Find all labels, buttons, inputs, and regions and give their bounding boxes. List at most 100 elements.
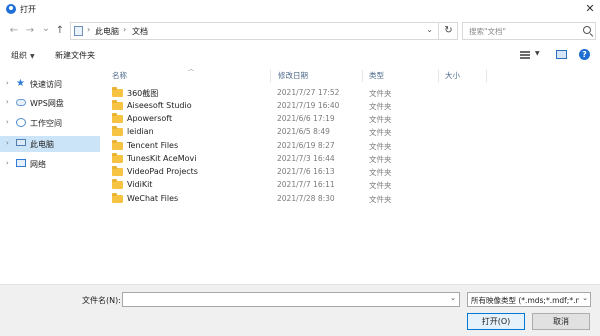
file-name: Tencent Files xyxy=(127,141,179,150)
refresh-button[interactable]: ↻ xyxy=(438,22,458,40)
computer-icon xyxy=(16,139,26,146)
caret-down-icon: ▼ xyxy=(30,53,35,60)
column-divider[interactable] xyxy=(438,70,439,82)
breadcrumb-documents[interactable]: 文档 xyxy=(132,26,148,37)
breadcrumb-separator[interactable]: › xyxy=(87,25,90,34)
view-options-icon[interactable] xyxy=(520,51,530,59)
file-type: 文件夹 xyxy=(369,181,392,190)
sidebar-item-this-pc[interactable]: › 此电脑 xyxy=(0,136,100,152)
column-header-name[interactable]: 名称 xyxy=(112,70,127,84)
preview-pane-icon[interactable] xyxy=(556,50,567,59)
folder-icon xyxy=(112,193,123,203)
column-divider[interactable] xyxy=(486,70,487,82)
filename-label: 文件名(N): xyxy=(82,296,121,305)
file-name: Aiseesoft Studio xyxy=(127,101,192,110)
help-icon[interactable]: ? xyxy=(579,49,590,60)
navigation-pane: › ★ 快速访问 › WPS网盘 › 工作空间 › 此电脑 › 网络 xyxy=(0,66,104,284)
column-divider[interactable] xyxy=(270,70,271,82)
workspace-icon xyxy=(16,118,26,127)
sidebar-item-wps-drive[interactable]: › WPS网盘 xyxy=(0,95,100,111)
file-type: 文件夹 xyxy=(369,89,392,98)
column-divider[interactable] xyxy=(362,70,363,82)
search-input[interactable] xyxy=(463,23,581,39)
sort-ascending-icon: ︿ xyxy=(188,66,195,73)
file-name: VideoPad Projects xyxy=(127,167,198,176)
file-row[interactable]: VidiKit 2021/7/7 16:11 文件夹 xyxy=(110,179,440,192)
chevron-right-icon[interactable]: › xyxy=(6,139,9,147)
folder-icon xyxy=(112,100,123,110)
window-title: 打开 xyxy=(20,5,36,14)
chevron-down-icon[interactable]: ⌄ xyxy=(450,294,456,302)
new-folder-button[interactable]: 新建文件夹 xyxy=(55,50,95,61)
star-icon: ★ xyxy=(16,78,25,89)
close-button[interactable]: ✕ xyxy=(582,1,598,17)
address-bar[interactable]: › 此电脑 › 文档 ⌄ xyxy=(70,22,458,40)
file-date: 2021/6/19 8:27 xyxy=(277,141,335,150)
sidebar-item-label: 工作空间 xyxy=(30,119,62,128)
column-header-date[interactable]: 修改日期 xyxy=(278,70,308,84)
forward-button[interactable]: → xyxy=(24,25,36,37)
back-button[interactable]: ← xyxy=(8,25,20,37)
sidebar-item-label: 此电脑 xyxy=(30,140,54,149)
file-date: 2021/7/28 8:30 xyxy=(277,194,335,203)
file-row[interactable]: TunesKit AceMovi 2021/7/3 16:44 文件夹 xyxy=(110,153,440,166)
search-box[interactable] xyxy=(462,22,596,40)
up-button[interactable]: ↑ xyxy=(54,25,66,37)
column-header-size[interactable]: 大小 xyxy=(445,70,460,84)
cancel-button[interactable]: 取消 xyxy=(532,313,590,330)
sidebar-item-workspace[interactable]: › 工作空间 xyxy=(0,115,100,131)
file-row[interactable]: 360截图 2021/7/27 17:52 文件夹 xyxy=(110,87,440,100)
address-dropdown[interactable]: ⌄ xyxy=(426,25,433,34)
organize-menu[interactable]: 组织 ▼ xyxy=(11,50,35,61)
search-icon[interactable] xyxy=(583,26,591,34)
folder-icon xyxy=(112,126,123,136)
network-icon xyxy=(16,159,26,167)
organize-label: 组织 xyxy=(11,51,27,60)
file-name: leidian xyxy=(127,127,154,136)
file-date: 2021/7/19 16:40 xyxy=(277,101,340,110)
sidebar-item-quick-access[interactable]: › ★ 快速访问 xyxy=(0,76,100,92)
folder-icon xyxy=(112,153,123,163)
file-type: 文件夹 xyxy=(369,115,392,124)
file-row[interactable]: Tencent Files 2021/6/19 8:27 文件夹 xyxy=(110,140,440,153)
sidebar-item-network[interactable]: › 网络 xyxy=(0,156,100,172)
file-date: 2021/7/27 17:52 xyxy=(277,88,340,97)
command-toolbar: 组织 ▼ 新建文件夹 ▼ ? xyxy=(0,44,600,66)
sidebar-item-label: 快速访问 xyxy=(30,80,62,89)
filename-combobox[interactable]: ⌄ xyxy=(122,292,460,307)
file-row[interactable]: Apowersoft 2021/6/6 17:19 文件夹 xyxy=(110,113,440,126)
chevron-right-icon[interactable]: › xyxy=(6,98,9,106)
chevron-down-icon[interactable]: ⌄ xyxy=(582,294,588,302)
file-name: 360截图 xyxy=(127,89,159,98)
file-name: VidiKit xyxy=(127,180,153,189)
chevron-right-icon[interactable]: › xyxy=(6,79,9,87)
recent-locations-dropdown[interactable]: ⌄ xyxy=(40,23,52,35)
file-name: TunesKit AceMovi xyxy=(127,154,197,163)
file-row[interactable]: leidian 2021/6/5 8:49 文件夹 xyxy=(110,126,440,139)
filename-field[interactable] xyxy=(123,293,445,306)
chevron-right-icon[interactable]: › xyxy=(6,159,9,167)
dialog-footer: 文件名(N): ⌄ 所有映像类型 (*.mds;*.mdf;*.n ⌄ 打开(O… xyxy=(0,284,600,336)
app-icon xyxy=(6,4,16,14)
file-date: 2021/7/7 16:11 xyxy=(277,180,335,189)
file-row[interactable]: Aiseesoft Studio 2021/7/19 16:40 文件夹 xyxy=(110,100,440,113)
file-type: 文件夹 xyxy=(369,155,392,164)
open-button[interactable]: 打开(O) xyxy=(467,313,525,330)
view-dropdown[interactable]: ▼ xyxy=(535,50,540,57)
breadcrumb-this-pc[interactable]: 此电脑 xyxy=(95,26,119,37)
file-type-filter[interactable]: 所有映像类型 (*.mds;*.mdf;*.n ⌄ xyxy=(467,292,591,307)
file-row[interactable]: VideoPad Projects 2021/7/6 16:13 文件夹 xyxy=(110,166,440,179)
folder-icon xyxy=(112,179,123,189)
file-type: 文件夹 xyxy=(369,195,392,204)
breadcrumb-separator[interactable]: › xyxy=(123,25,126,34)
file-date: 2021/6/5 8:49 xyxy=(277,127,330,136)
chevron-right-icon[interactable]: › xyxy=(6,118,9,126)
title-bar: 打开 ✕ xyxy=(0,0,600,18)
column-header-type[interactable]: 类型 xyxy=(369,70,384,84)
folder-icon xyxy=(112,140,123,150)
file-name: Apowersoft xyxy=(127,114,173,123)
file-type: 文件夹 xyxy=(369,168,392,177)
file-row[interactable]: WeChat Files 2021/7/28 8:30 文件夹 xyxy=(110,193,440,206)
navigation-bar: ← → ⌄ ↑ › 此电脑 › 文档 ⌄ ↻ xyxy=(0,18,600,44)
file-type-filter-value: 所有映像类型 (*.mds;*.mdf;*.n xyxy=(471,296,579,305)
